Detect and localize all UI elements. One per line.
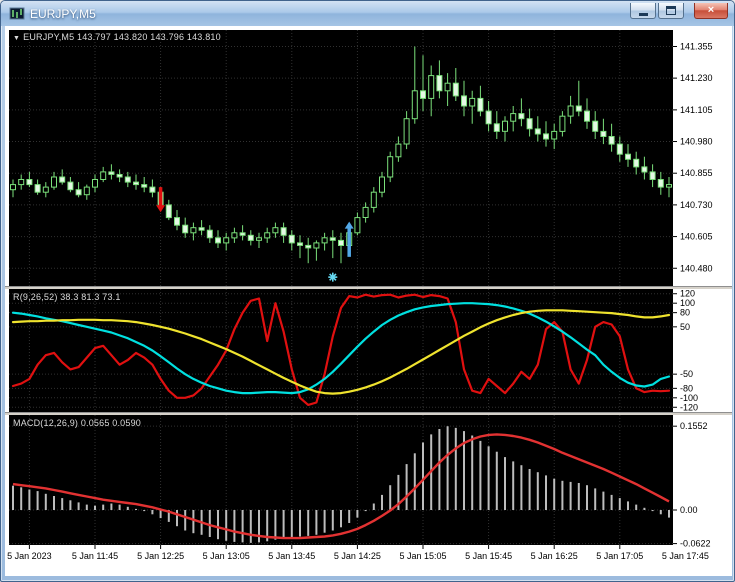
svg-text:140.480: 140.480	[680, 263, 713, 273]
svg-text:5 Jan 2023: 5 Jan 2023	[7, 551, 52, 561]
svg-text:5 Jan 17:45: 5 Jan 17:45	[662, 551, 709, 561]
minimize-icon	[638, 12, 648, 16]
svg-text:-0.0622: -0.0622	[680, 539, 711, 549]
svg-text:140.980: 140.980	[680, 137, 713, 147]
svg-text:-80: -80	[680, 383, 693, 393]
ohlc-label: EURJPY,M5 143.797 143.820 143.796 143.81…	[23, 32, 221, 42]
close-icon: ×	[707, 4, 715, 16]
svg-text:140.730: 140.730	[680, 200, 713, 210]
r-indicator-label: R(9,26,52) 38.3 81.3 73.1	[13, 292, 121, 302]
svg-text:-120: -120	[680, 402, 698, 412]
svg-text:5 Jan 12:25: 5 Jan 12:25	[137, 551, 184, 561]
svg-text:141.355: 141.355	[680, 42, 713, 52]
svg-text:5 Jan 15:05: 5 Jan 15:05	[399, 551, 446, 561]
window-controls: ×	[630, 1, 728, 26]
maximize-button[interactable]	[658, 3, 684, 19]
svg-text:100: 100	[680, 298, 695, 308]
svg-text:5 Jan 16:25: 5 Jan 16:25	[531, 551, 578, 561]
svg-text:0.00: 0.00	[680, 505, 698, 515]
svg-text:5 Jan 13:45: 5 Jan 13:45	[268, 551, 315, 561]
svg-text:5 Jan 11:45: 5 Jan 11:45	[72, 551, 118, 561]
macd-indicator-label: MACD(12,26,9) 0.0565 0.0590	[13, 418, 141, 428]
svg-text:141.105: 141.105	[680, 105, 713, 115]
chart-window: EURJPY,M5 × 141.355 141.230 141.105 140.980…	[0, 0, 735, 582]
svg-text:5 Jan 17:05: 5 Jan 17:05	[596, 551, 643, 561]
svg-text:140.605: 140.605	[680, 232, 713, 242]
svg-text:5 Jan 15:45: 5 Jan 15:45	[465, 551, 512, 561]
svg-text:120: 120	[680, 289, 695, 299]
svg-text:5 Jan 13:05: 5 Jan 13:05	[203, 551, 250, 561]
window-icon	[9, 7, 25, 20]
symbol-dropdown-icon[interactable]: ▼	[13, 35, 20, 42]
svg-text:140.855: 140.855	[680, 168, 713, 178]
minimize-button[interactable]	[630, 3, 656, 19]
close-button[interactable]: ×	[694, 3, 728, 19]
svg-text:-100: -100	[680, 393, 698, 403]
maximize-icon	[666, 6, 676, 15]
svg-text:-50: -50	[680, 369, 693, 379]
window-title: EURJPY,M5	[30, 6, 96, 21]
svg-text:0.1552: 0.1552	[680, 421, 708, 431]
svg-text:141.230: 141.230	[680, 73, 713, 83]
title-bar[interactable]: EURJPY,M5 ×	[1, 1, 734, 26]
chart-client-area: 141.355 141.230 141.105 140.980 140.855 140.7…	[5, 26, 732, 576]
main-chart-header: ▼ EURJPY,M5 143.797 143.820 143.796 143.8…	[13, 32, 221, 42]
svg-text:5 Jan 14:25: 5 Jan 14:25	[334, 551, 381, 561]
svg-text:80: 80	[680, 308, 690, 318]
svg-text:50: 50	[680, 322, 690, 332]
